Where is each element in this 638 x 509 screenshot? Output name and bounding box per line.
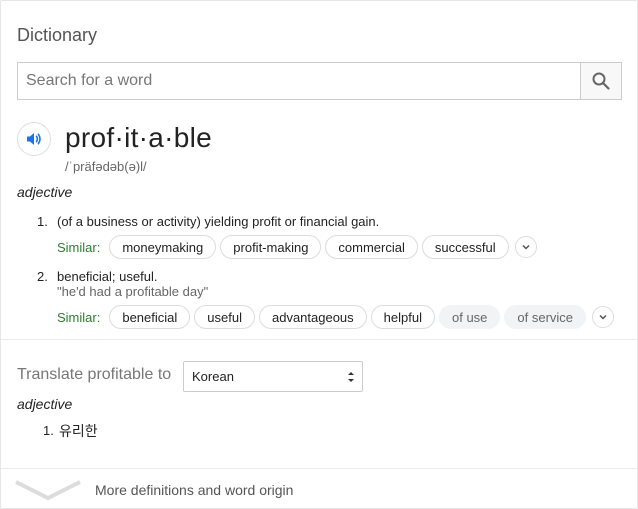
similar-chip[interactable]: moneymaking: [109, 235, 217, 259]
translate-part-of-speech: adjective: [17, 396, 73, 412]
more-definitions-link[interactable]: More definitions and word origin: [95, 482, 293, 498]
search-box: [17, 62, 622, 100]
expand-chevron-icon[interactable]: [15, 479, 81, 501]
language-select-value: Korean: [192, 369, 234, 384]
headword: prof·it·a·ble: [65, 122, 213, 153]
search-button[interactable]: [580, 63, 621, 99]
similar-words-row: Similar: beneficial useful advantageous …: [57, 305, 615, 329]
definition-number: 2.: [37, 269, 48, 284]
search-input[interactable]: [18, 63, 580, 99]
pronounce-button[interactable]: [17, 122, 51, 156]
similar-chip[interactable]: useful: [194, 305, 255, 329]
similar-label: Similar:: [57, 309, 101, 325]
language-select[interactable]: Korean: [183, 361, 363, 392]
card-title: Dictionary: [17, 25, 98, 45]
chevron-down-icon: [522, 244, 530, 250]
definition-text: (of a business or activity) yielding pro…: [57, 214, 380, 229]
phonetic: /ˈpräfədəb(ə)l/: [65, 159, 147, 174]
similar-chip[interactable]: profit-making: [220, 235, 322, 259]
chevron-down-icon: [599, 314, 607, 320]
similar-chip-muted[interactable]: of use: [438, 305, 501, 329]
section-divider: [1, 339, 637, 340]
similar-words-row: Similar: moneymaking profit-making comme…: [57, 235, 537, 259]
definition-number: 1.: [37, 214, 48, 229]
similar-chip[interactable]: commercial: [325, 235, 418, 259]
translation-text: 유리한: [59, 423, 98, 439]
expand-similar-button[interactable]: [514, 236, 537, 258]
search-icon: [592, 72, 610, 90]
expand-similar-button[interactable]: [592, 306, 615, 328]
similar-chip[interactable]: advantageous: [258, 305, 367, 329]
similar-chip[interactable]: helpful: [370, 305, 435, 329]
footer-divider: [1, 468, 637, 469]
dictionary-card: Dictionary prof·it·a·ble /ˈpräfədəb(ə)l/…: [0, 0, 638, 509]
translation-number: 1.: [43, 423, 54, 438]
similar-chip-muted[interactable]: of service: [504, 305, 587, 329]
similar-chip[interactable]: beneficial: [109, 305, 191, 329]
similar-chip[interactable]: successful: [421, 235, 509, 259]
definition-text: beneficial; useful.: [57, 269, 158, 284]
select-arrows-icon: [348, 372, 354, 382]
definition-example: "he'd had a profitable day": [57, 284, 209, 299]
similar-label: Similar:: [57, 239, 101, 255]
speaker-icon: [27, 133, 41, 145]
part-of-speech: adjective: [17, 184, 73, 200]
translate-label: Translate profitable to: [17, 366, 172, 383]
